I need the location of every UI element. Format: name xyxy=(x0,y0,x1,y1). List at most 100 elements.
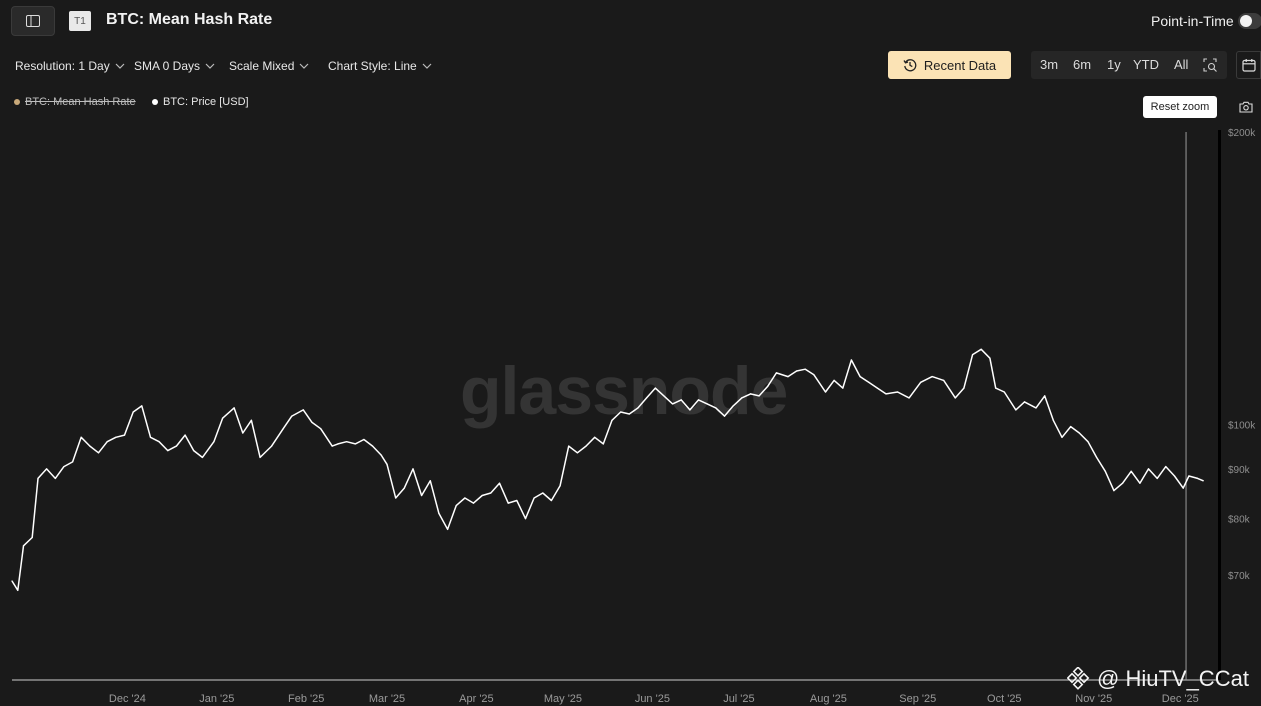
diamond-logo-icon xyxy=(1067,667,1090,690)
price-data-point xyxy=(689,409,691,411)
price-data-point xyxy=(663,395,665,397)
price-data-point xyxy=(184,434,186,436)
price-data-point xyxy=(320,428,322,430)
price-data-point xyxy=(354,443,356,445)
price-data-point xyxy=(403,487,405,489)
price-data-point xyxy=(723,415,726,417)
price-data-point xyxy=(507,502,509,504)
price-data-point xyxy=(989,357,991,359)
credit-watermark: @ HiuTV_CCat xyxy=(1067,666,1249,692)
price-data-point xyxy=(213,441,215,443)
price-data-point xyxy=(1015,409,1017,411)
y-tick-label: $200k xyxy=(1228,128,1256,139)
price-data-point xyxy=(37,477,39,479)
price-data-point xyxy=(787,376,789,378)
price-data-point xyxy=(1147,468,1150,470)
price-data-point xyxy=(259,456,261,458)
price-data-point xyxy=(11,580,13,582)
price-data-point xyxy=(732,405,734,407)
price-data-point xyxy=(363,438,365,441)
price-data-point xyxy=(897,391,899,393)
price-data-point xyxy=(106,441,108,443)
price-data-point xyxy=(222,417,224,419)
price-data-point xyxy=(524,518,527,520)
price-data-point xyxy=(372,445,374,447)
price-data-point xyxy=(242,432,244,434)
price-data-point xyxy=(1023,401,1026,403)
price-data-point xyxy=(1104,470,1106,472)
x-tick-label: Apr '25 xyxy=(459,693,494,705)
price-data-point xyxy=(115,436,117,438)
price-data-point xyxy=(576,452,579,454)
price-data-point xyxy=(850,359,853,361)
x-tick-label: Aug '25 xyxy=(810,693,847,705)
y-tick-label: $90k xyxy=(1228,465,1251,476)
price-data-point xyxy=(337,443,339,445)
price-data-point xyxy=(158,441,160,443)
y-tick-label: $100k xyxy=(1228,420,1256,431)
price-data-point xyxy=(1096,456,1098,458)
price-data-point xyxy=(438,512,440,515)
price-data-point xyxy=(1122,482,1124,484)
price-data-point xyxy=(331,445,333,447)
price-data-point xyxy=(637,407,639,409)
price-data-point xyxy=(421,494,423,497)
x-tick-label: Oct '25 xyxy=(987,693,1022,705)
price-data-point xyxy=(1052,419,1054,421)
price-data-point xyxy=(311,421,313,423)
x-tick-label: Feb '25 xyxy=(288,693,324,705)
price-data-point xyxy=(654,387,656,389)
price-data-point xyxy=(472,502,475,504)
price-data-point xyxy=(141,405,143,407)
price-data-point xyxy=(447,528,449,530)
price-data-point xyxy=(498,482,501,484)
price-data-point xyxy=(63,466,65,468)
price-data-point xyxy=(859,376,861,378)
price-data-point xyxy=(1202,480,1204,482)
price-data-point xyxy=(291,415,293,417)
price-data-point xyxy=(758,395,760,397)
price-data-point xyxy=(271,445,273,447)
price-data-point xyxy=(80,436,82,438)
price-data-point xyxy=(620,411,622,413)
price-data-point xyxy=(1003,391,1005,393)
price-series-line xyxy=(11,348,1204,592)
price-data-point xyxy=(908,397,910,399)
price-data-point xyxy=(741,397,743,399)
x-tick-label: Nov '25 xyxy=(1075,693,1112,705)
price-data-point xyxy=(1078,432,1080,434)
price-data-point xyxy=(680,399,682,401)
price-data-point xyxy=(594,436,596,438)
price-data-point xyxy=(490,492,492,494)
x-tick-label: Dec '25 xyxy=(1162,693,1199,705)
price-data-point xyxy=(550,499,553,502)
price-data-point xyxy=(1188,475,1190,477)
price-data-point xyxy=(233,407,235,409)
price-data-point xyxy=(1087,441,1089,443)
price-data-point xyxy=(72,461,74,463)
price-data-point xyxy=(585,445,587,447)
x-tick-label: Dec '24 xyxy=(109,693,146,705)
price-data-point xyxy=(395,497,397,499)
price-data-point xyxy=(749,393,752,395)
price-data-point xyxy=(833,379,835,381)
price-data-point xyxy=(995,387,997,389)
price-data-point xyxy=(931,376,933,378)
x-tick-label: Jun '25 xyxy=(635,693,670,705)
y-axis: $200k $100k $90k $80k $70k xyxy=(1228,128,1256,582)
price-data-point xyxy=(1130,470,1132,472)
price-data-point xyxy=(516,499,518,502)
price-data-point xyxy=(89,445,91,447)
price-data-point xyxy=(250,419,252,421)
price-data-point xyxy=(1139,482,1141,484)
price-data-point xyxy=(481,494,483,497)
price-data-point xyxy=(813,374,815,376)
price-data-point xyxy=(628,413,630,415)
price-data-point xyxy=(201,456,203,458)
x-tick-label: Mar '25 xyxy=(369,693,405,705)
price-data-point xyxy=(149,436,152,438)
price-chart: $200k $100k $90k $80k $70k Dec '24 Jan '25 Feb… xyxy=(11,128,1256,705)
price-data-point xyxy=(1165,466,1167,468)
price-data-point xyxy=(429,480,431,482)
price-data-point xyxy=(17,589,19,591)
